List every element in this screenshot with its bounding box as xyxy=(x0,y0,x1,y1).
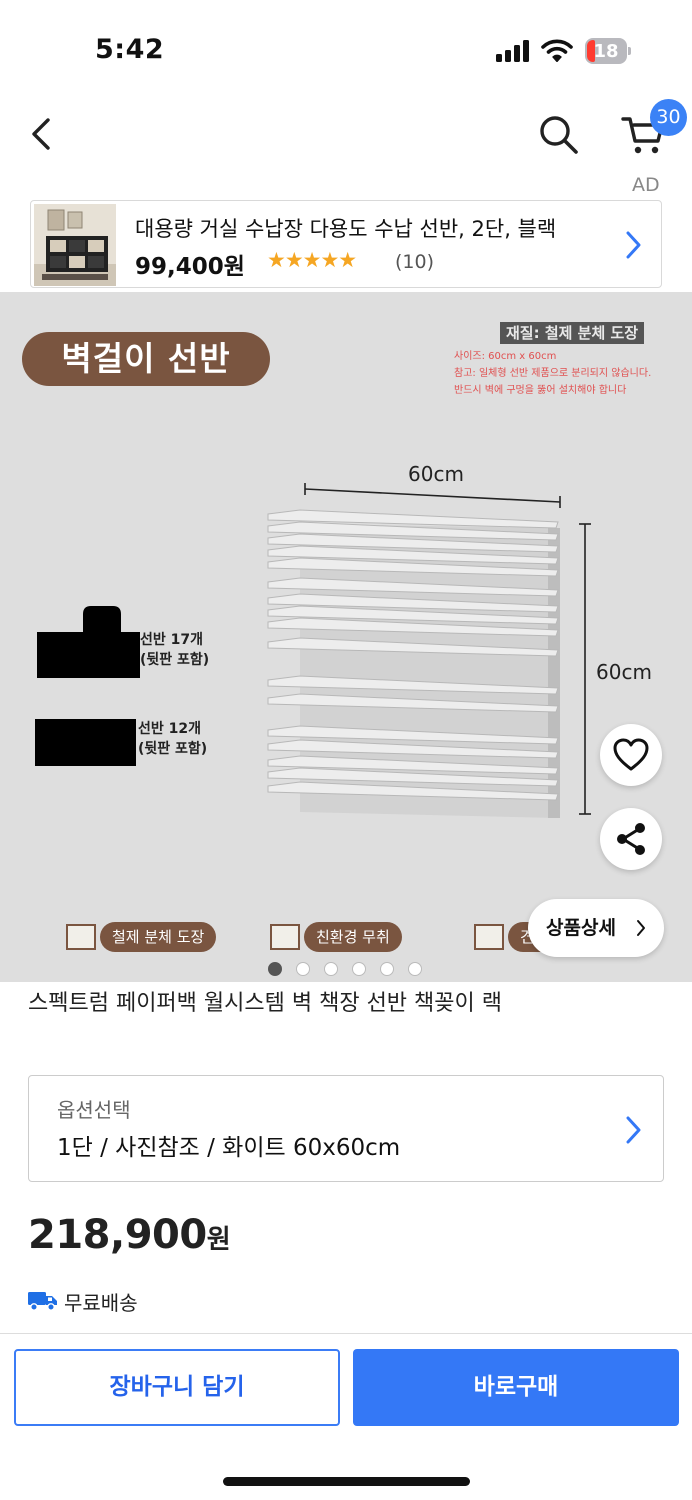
shipping-label: 무료배송 xyxy=(64,1291,138,1315)
delivery-truck-icon xyxy=(28,1292,57,1311)
battery-icon: 18 xyxy=(585,38,631,64)
pagination-dot[interactable] xyxy=(408,962,422,976)
share-icon xyxy=(617,823,645,855)
divider xyxy=(0,1333,692,1334)
heart-icon xyxy=(613,738,649,771)
ad-banner[interactable]: 대용량 거실 수납장 다용도 수납 선반, 2단, 블랙 99,400원 ★★★… xyxy=(30,200,662,288)
product-title: 스펙트럼 페이퍼백 월시스템 벽 책장 선반 책꽂이 랙 xyxy=(28,991,502,1016)
share-button[interactable] xyxy=(600,808,662,870)
shelf-count-label-top: 선반 17개 (뒷판 포함) xyxy=(140,632,210,668)
pagination-dot[interactable] xyxy=(352,962,366,976)
cart-count-badge: 30 xyxy=(650,99,687,136)
pagination-dot[interactable] xyxy=(296,962,310,976)
option-selector[interactable]: 옵션선택 1단 / 사진참조 / 화이트 60x60cm xyxy=(28,1075,664,1182)
pagination-dot[interactable] xyxy=(268,962,282,976)
ad-price: 99,400원 xyxy=(135,254,245,280)
width-dimension-label: 60cm xyxy=(408,462,464,486)
ad-thumbnail-image xyxy=(34,204,116,286)
add-to-cart-button[interactable]: 장바구니 담기 xyxy=(14,1349,340,1426)
chevron-right-icon xyxy=(626,1116,641,1144)
option-value: 1단 / 사진참조 / 화이트 60x60cm xyxy=(57,1135,401,1161)
shelf-count-label-bottom: 선반 12개 (뒷판 포함) xyxy=(138,721,208,757)
chevron-right-icon xyxy=(637,920,645,936)
ad-review-count: (10) xyxy=(395,251,435,273)
check-icon xyxy=(474,924,504,950)
status-bar: 5:42 18 xyxy=(0,0,692,100)
check-icon xyxy=(66,924,96,950)
product-price: 218,900원 xyxy=(28,1212,231,1258)
search-icon[interactable] xyxy=(536,112,580,156)
ad-rating-stars: ★★★★★ xyxy=(267,248,357,272)
pagination-dot[interactable] xyxy=(380,962,394,976)
redacted-shape-top xyxy=(37,606,140,678)
battery-level: 18 xyxy=(593,41,619,62)
wifi-icon xyxy=(541,39,573,62)
chevron-right-icon xyxy=(626,231,641,259)
cellular-signal-icon xyxy=(496,40,532,62)
ad-label: AD xyxy=(632,174,660,196)
home-indicator[interactable] xyxy=(223,1477,470,1486)
buy-now-button[interactable]: 바로구매 xyxy=(353,1349,679,1426)
check-icon xyxy=(270,924,300,950)
redacted-shape-bottom xyxy=(35,719,136,766)
option-label: 옵션선택 xyxy=(57,1098,131,1122)
ad-title: 대용량 거실 수납장 다용도 수납 선반, 2단, 블랙 xyxy=(135,217,557,241)
wishlist-button[interactable] xyxy=(600,724,662,786)
product-image-carousel[interactable]: 벽걸이 선반 재질: 철제 분체 도장 사이즈: 60cm x 60cm 참고:… xyxy=(0,292,692,982)
height-dimension-label: 60cm xyxy=(596,660,652,684)
status-time: 5:42 xyxy=(95,34,165,65)
product-detail-button[interactable]: 상품상세 xyxy=(528,899,664,957)
pagination-dot[interactable] xyxy=(324,962,338,976)
back-arrow-icon[interactable] xyxy=(26,112,62,156)
